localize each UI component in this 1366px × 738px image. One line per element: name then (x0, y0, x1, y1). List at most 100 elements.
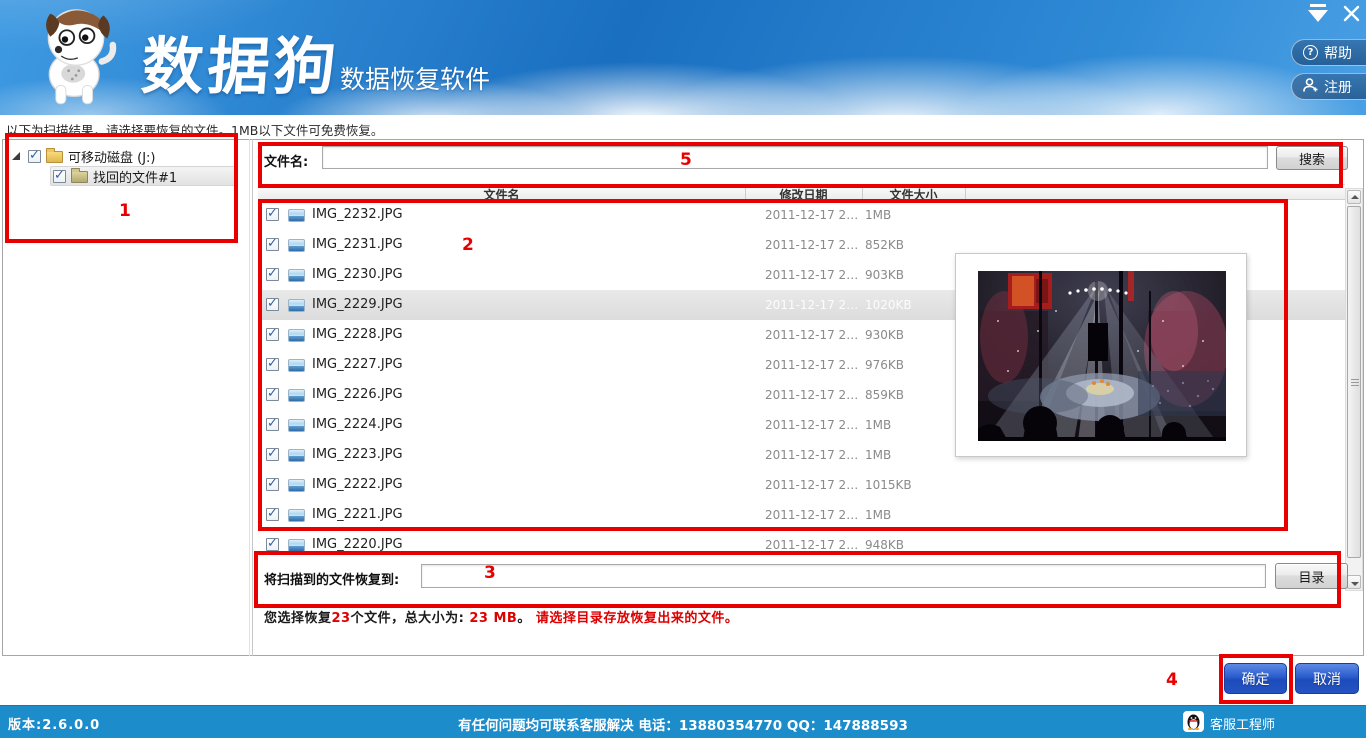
scrollbar[interactable] (1345, 188, 1363, 591)
tree-checkbox[interactable] (53, 170, 66, 183)
preview-panel (955, 253, 1247, 457)
status-segment: 。 (517, 611, 536, 626)
expander-icon[interactable] (12, 152, 20, 160)
file-checkbox[interactable] (266, 268, 279, 281)
tree-item-recovered[interactable]: 找回的文件#1 (50, 166, 238, 186)
folder-icon (46, 151, 63, 163)
status-segment: 您选择恢复 (264, 611, 332, 626)
file-checkbox[interactable] (266, 298, 279, 311)
tree-checkbox[interactable] (28, 150, 41, 163)
file-name: IMG_2227.JPG (312, 357, 403, 372)
tree-item-drive[interactable]: 可移动磁盘 (J:) (12, 146, 156, 166)
file-name: IMG_2222.JPG (312, 477, 403, 492)
file-name: IMG_2232.JPG (312, 207, 403, 222)
file-row[interactable]: IMG_2232.JPG 2011-12-17 2… 1MB (258, 200, 1345, 230)
status-segment: 个文件，总大小为: (351, 611, 470, 626)
file-name: IMG_2223.JPG (312, 447, 403, 462)
file-date: 2011-12-17 2… (765, 298, 858, 312)
ok-button-label: 确定 (1242, 669, 1270, 689)
image-file-icon (288, 389, 305, 402)
file-size: 976KB (865, 358, 904, 372)
file-checkbox[interactable] (266, 238, 279, 251)
file-size: 1MB (865, 208, 891, 222)
file-date: 2011-12-17 2… (765, 208, 858, 222)
file-checkbox[interactable] (266, 448, 279, 461)
file-checkbox[interactable] (266, 358, 279, 371)
image-file-icon (288, 239, 305, 252)
dog-logo-icon (30, 6, 122, 110)
image-file-icon (288, 509, 305, 522)
file-name: IMG_2228.JPG (312, 327, 403, 342)
app-window: 数据狗 数据恢复软件 帮助 注册 以下为扫描结果，请选择要恢复的文件。1MB以下… (0, 0, 1366, 738)
search-button[interactable]: 搜索 (1276, 146, 1348, 170)
scroll-up-icon[interactable] (1347, 190, 1361, 204)
minimize-button[interactable] (1306, 4, 1332, 24)
file-size: 930KB (865, 328, 904, 342)
file-name: IMG_2220.JPG (312, 537, 403, 552)
directory-button[interactable]: 目录 (1275, 563, 1348, 589)
file-date: 2011-12-17 2… (765, 388, 858, 402)
tree-item-label: 可移动磁盘 (J:) (68, 147, 156, 166)
instruction-text: 以下为扫描结果，请选择要恢复的文件。1MB以下文件可免费恢复。 (6, 120, 383, 139)
file-size: 1MB (865, 508, 891, 522)
help-button[interactable]: 帮助 (1291, 39, 1366, 66)
image-file-icon (288, 449, 305, 462)
file-checkbox[interactable] (266, 418, 279, 431)
filename-label: 文件名: (264, 151, 308, 170)
file-size: 1MB (865, 418, 891, 432)
file-name: IMG_2221.JPG (312, 507, 403, 522)
status-line: 您选择恢复23个文件，总大小为: 23 MB。 请选择目录存放恢复出来的文件。 (264, 607, 738, 626)
search-button-label: 搜索 (1299, 149, 1325, 168)
image-file-icon (288, 299, 305, 312)
column-separator (862, 185, 863, 201)
cancel-button-label: 取消 (1313, 669, 1341, 689)
app-subtitle: 数据恢复软件 (340, 60, 490, 96)
image-file-icon (288, 419, 305, 432)
image-file-icon (288, 329, 305, 342)
file-checkbox[interactable] (266, 208, 279, 221)
file-row[interactable]: IMG_2220.JPG 2011-12-17 2… 948KB (258, 530, 1345, 558)
tree-item-label: 找回的文件#1 (93, 167, 177, 186)
person-plus-icon (1303, 78, 1318, 96)
status-segment: 23 MB (469, 611, 517, 626)
file-checkbox[interactable] (266, 508, 279, 521)
annotation-number: 4 (1166, 670, 1178, 690)
ok-button[interactable]: 确定 (1224, 663, 1287, 694)
file-row[interactable]: IMG_2222.JPG 2011-12-17 2… 1015KB (258, 470, 1345, 500)
register-label: 注册 (1324, 77, 1352, 97)
file-checkbox[interactable] (266, 388, 279, 401)
panel-divider (252, 139, 253, 656)
recover-path-input[interactable] (421, 564, 1266, 588)
file-date: 2011-12-17 2… (765, 448, 858, 462)
image-file-icon (288, 209, 305, 222)
close-button[interactable] (1342, 4, 1362, 24)
scrollbar-thumb[interactable] (1347, 206, 1361, 558)
file-row[interactable]: IMG_2221.JPG 2011-12-17 2… 1MB (258, 500, 1345, 530)
scroll-down-icon[interactable] (1347, 575, 1361, 589)
file-size: 903KB (865, 268, 904, 282)
cancel-button[interactable]: 取消 (1295, 663, 1359, 694)
file-name: IMG_2230.JPG (312, 267, 403, 282)
file-checkbox[interactable] (266, 478, 279, 491)
file-checkbox[interactable] (266, 328, 279, 341)
status-segment: 23 (332, 611, 351, 626)
qq-penguin-icon[interactable] (1183, 711, 1204, 732)
register-button[interactable]: 注册 (1291, 73, 1366, 100)
file-size: 948KB (865, 538, 904, 552)
column-separator (745, 185, 746, 201)
directory-button-label: 目录 (1298, 567, 1324, 586)
recover-to-label: 将扫描到的文件恢复到: (264, 569, 399, 588)
file-size: 859KB (865, 388, 904, 402)
preview-photo (978, 271, 1226, 441)
file-name: IMG_2231.JPG (312, 237, 403, 252)
image-file-icon (288, 359, 305, 372)
table-header: 文件名 修改日期 文件大小 (258, 184, 1345, 200)
question-icon (1303, 45, 1318, 60)
help-label: 帮助 (1324, 43, 1352, 63)
panel-divider (249, 139, 250, 656)
file-size: 1015KB (865, 478, 912, 492)
file-size: 1MB (865, 448, 891, 462)
folder-icon (71, 171, 88, 183)
search-input[interactable] (322, 146, 1268, 169)
file-checkbox[interactable] (266, 538, 279, 551)
